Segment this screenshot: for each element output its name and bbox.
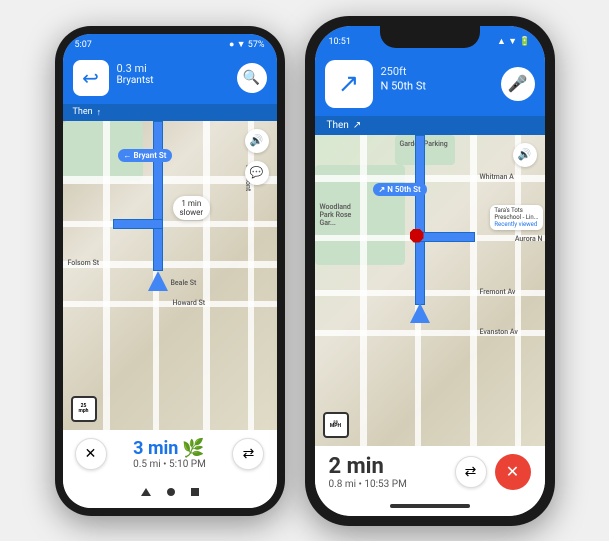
folsom-label: Folsom St bbox=[68, 259, 100, 267]
home-button[interactable] bbox=[167, 488, 175, 496]
nav-header-android: ↩ 0.3 mi Bryantst 🔍 bbox=[63, 54, 277, 104]
nav-distance: 0.3 mi bbox=[117, 62, 229, 75]
nav-info: 0.3 mi Bryantst bbox=[117, 62, 229, 93]
nav-distance-ios: 250ft bbox=[381, 65, 493, 78]
eta-time-ios: 2 min bbox=[329, 454, 407, 479]
nav-info-ios: 250ft N 50th St bbox=[381, 65, 493, 102]
android-screen: 5:07 ● ▼ 57% ↩ 0.3 mi Bryantst 🔍 Then ↑ bbox=[63, 34, 277, 508]
comment-button[interactable]: 💬 bbox=[245, 161, 269, 185]
leaf-icon: 🌿 bbox=[182, 438, 204, 459]
then-arrow-ios: ↗ bbox=[353, 120, 361, 131]
iphone-screen: 10:51 ▲ ▼ 🔋 ↗ 250ft N 50th St 🎤 Then bbox=[315, 26, 545, 516]
turn-arrow-box: ↩ bbox=[73, 60, 109, 96]
then-arrow-android: ↑ bbox=[97, 107, 102, 118]
road-ios-v3 bbox=[470, 135, 477, 446]
road-v1 bbox=[103, 121, 110, 430]
fremont-label-ios: Fremont Av bbox=[480, 288, 516, 296]
tara-tots-bubble: Tara's TotsPreschool - Lin...Recently vi… bbox=[490, 205, 542, 230]
eta-details: 0.5 mi • 5:10 PM bbox=[133, 459, 206, 470]
nav-street-ios: N 50th St bbox=[381, 78, 493, 102]
then-bar-ios: Then ↗ bbox=[315, 116, 545, 135]
route-options-button-android[interactable]: ⇄ bbox=[232, 438, 264, 470]
notch bbox=[380, 26, 480, 48]
nav-street: Bryantst bbox=[117, 75, 229, 93]
road-v3 bbox=[203, 121, 210, 430]
bottom-bar-ios: 2 min 0.8 mi • 10:53 PM ⇄ ✕ bbox=[315, 446, 545, 496]
turn-arrow-icon: ↩ bbox=[82, 66, 99, 90]
eta-time: 3 min 🌿 bbox=[133, 438, 206, 459]
beale-label: Beale St bbox=[171, 279, 197, 287]
route-horizontal bbox=[113, 219, 163, 229]
then-label-ios: Then bbox=[327, 120, 349, 131]
mic-button-ios[interactable]: 🎤 bbox=[501, 67, 535, 101]
turn-arrow-ios: ↗ bbox=[338, 69, 360, 99]
eta-info-ios: 2 min 0.8 mi • 10:53 PM bbox=[329, 454, 407, 490]
road-h4 bbox=[63, 301, 277, 307]
status-bar-android: 5:07 ● ▼ 57% bbox=[63, 34, 277, 54]
cancel-button-android[interactable]: ✕ bbox=[75, 438, 107, 470]
street-badge: ← Bryant St bbox=[118, 149, 173, 162]
evanston-label: Evanston Av bbox=[480, 328, 518, 336]
eta-info: 3 min 🌿 0.5 mi • 5:10 PM bbox=[133, 438, 206, 470]
home-indicator-android bbox=[63, 476, 277, 508]
back-button[interactable] bbox=[141, 488, 151, 496]
car-position bbox=[148, 271, 168, 291]
volume-button-ios[interactable]: 🔊 bbox=[513, 143, 537, 167]
home-bar-ios bbox=[315, 496, 545, 516]
street-badge-ios: ↗ N 50th St bbox=[373, 183, 427, 196]
whitman-label: Whitman A bbox=[480, 173, 514, 181]
map-area-ios: ↗ N 50th St Whitman A Fremont Av Evansto… bbox=[315, 135, 545, 446]
time-ios: 10:51 bbox=[329, 37, 351, 47]
cancel-button-ios[interactable]: ✕ bbox=[495, 454, 531, 490]
home-bar-line bbox=[390, 504, 470, 508]
mic-icon: 🎤 bbox=[508, 74, 528, 93]
route-options-button-ios[interactable]: ⇄ bbox=[455, 456, 487, 488]
iphone: 10:51 ▲ ▼ 🔋 ↗ 250ft N 50th St 🎤 Then bbox=[305, 16, 555, 526]
speed-sign: 25 mph bbox=[71, 396, 97, 422]
route-horizontal-ios bbox=[415, 232, 475, 242]
aurora-label: Aurora N bbox=[515, 235, 543, 243]
speed-sign-border-ios: 25 MPH bbox=[323, 412, 349, 438]
recents-button[interactable] bbox=[191, 488, 199, 496]
route-vertical bbox=[153, 121, 163, 271]
then-label-android: Then bbox=[73, 107, 93, 117]
car-position-ios bbox=[410, 303, 430, 323]
turn-arrow-box-ios: ↗ bbox=[325, 60, 373, 108]
road-h2 bbox=[63, 221, 277, 227]
search-icon: 🔍 bbox=[243, 70, 260, 86]
status-icons-android: ● ▼ 57% bbox=[229, 39, 265, 50]
bottom-buttons-ios: ⇄ ✕ bbox=[455, 454, 531, 490]
speed-sign-ios: 25 MPH bbox=[323, 412, 349, 438]
bottom-bar-android: ✕ 3 min 🌿 0.5 mi • 5:10 PM ⇄ bbox=[63, 430, 277, 476]
then-bar-android: Then ↑ bbox=[63, 104, 277, 121]
time-android: 5:07 bbox=[75, 40, 92, 50]
status-icons-ios: ▲ ▼ 🔋 bbox=[497, 36, 531, 47]
stop-sign bbox=[410, 229, 424, 243]
eta-details-ios: 0.8 mi • 10:53 PM bbox=[329, 479, 407, 490]
speed-sign-border: 25 mph bbox=[71, 396, 97, 422]
volume-button[interactable]: 🔊 bbox=[245, 129, 269, 153]
road-ios-v1 bbox=[360, 135, 367, 446]
howard-label: Howard St bbox=[173, 299, 206, 307]
park-label: WoodlandPark RoseGar... bbox=[320, 203, 352, 227]
map-area-android: ← Bryant St 1 minslower Folsom St Howard… bbox=[63, 121, 277, 430]
android-phone: 5:07 ● ▼ 57% ↩ 0.3 mi Bryantst 🔍 Then ↑ bbox=[55, 26, 285, 516]
route-vertical-ios bbox=[415, 135, 425, 305]
search-button[interactable]: 🔍 bbox=[237, 63, 267, 93]
nav-header-ios: ↗ 250ft N 50th St 🎤 bbox=[315, 54, 545, 116]
slower-bubble: 1 minslower bbox=[173, 196, 211, 220]
